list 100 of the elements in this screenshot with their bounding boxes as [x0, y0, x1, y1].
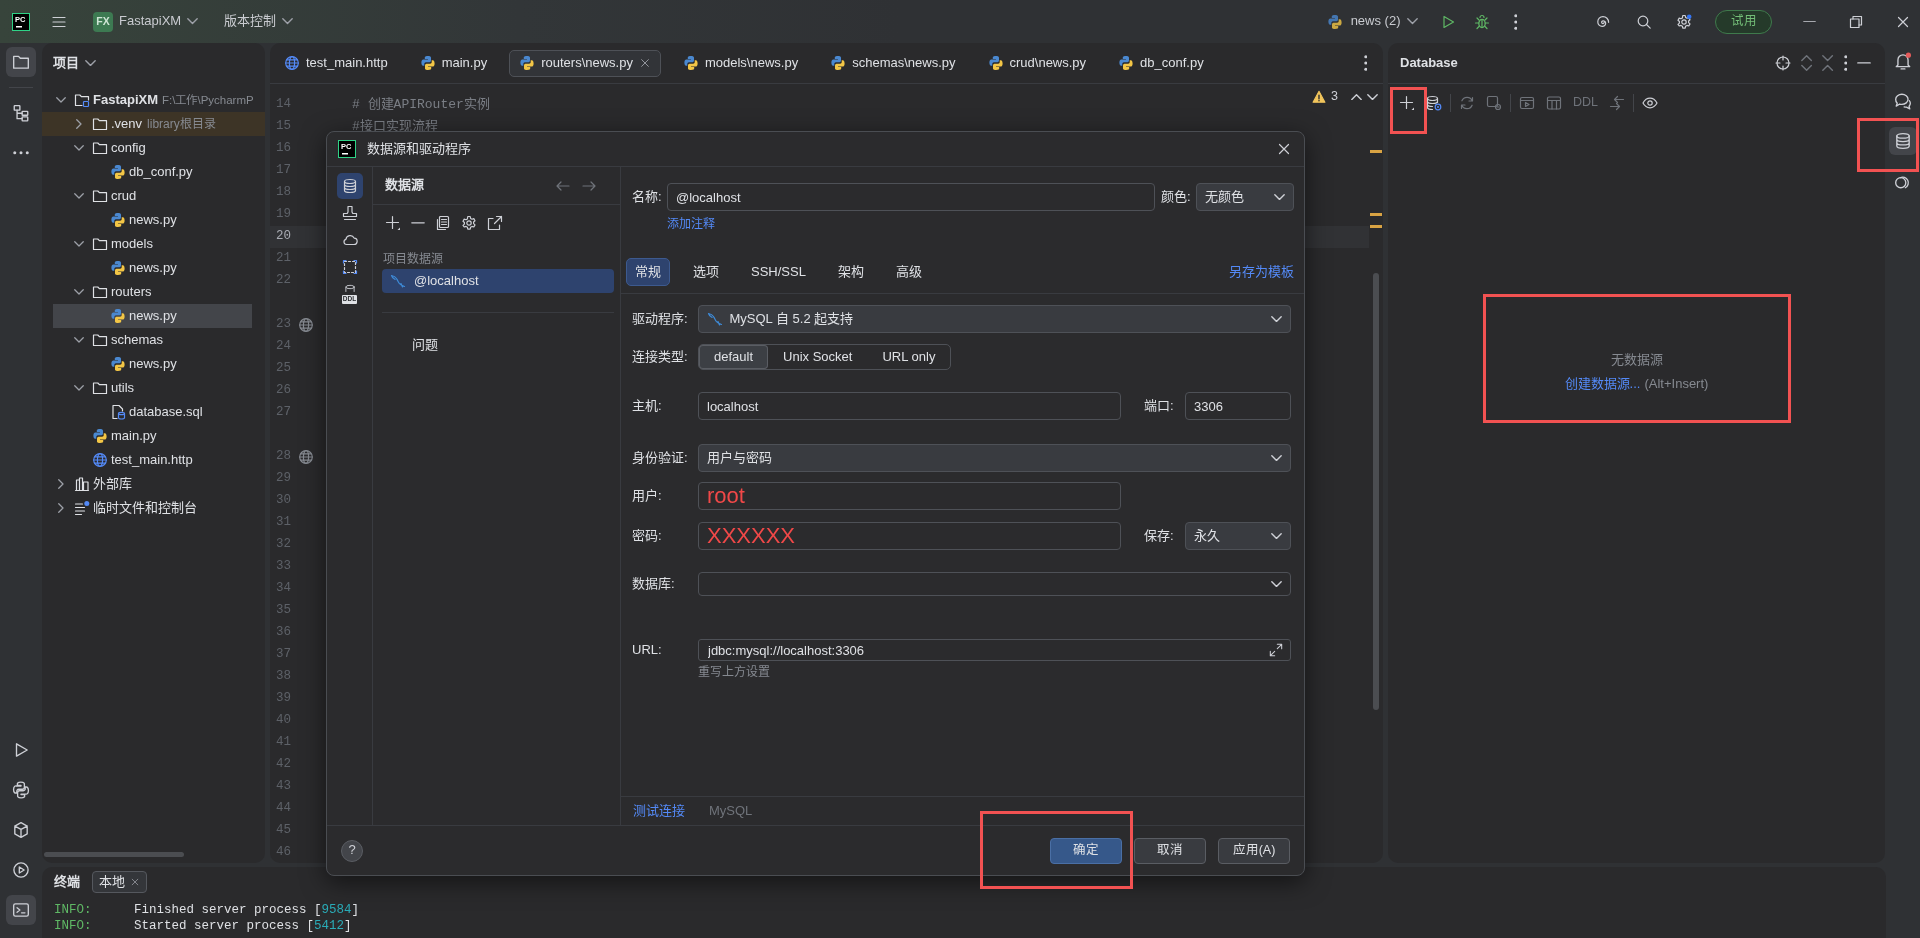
vcs-menu-button[interactable]: 版本控制	[224, 7, 294, 36]
save-as-template-link[interactable]: 另存为模板	[1229, 263, 1294, 281]
user-field[interactable]: root	[698, 482, 1121, 510]
tree-item[interactable]: db_conf.py	[42, 160, 265, 184]
restore-icon[interactable]	[1848, 13, 1864, 30]
terminal-tab[interactable]: 本地	[92, 871, 147, 893]
chevron-right-icon[interactable]	[58, 479, 64, 489]
data-source-item[interactable]: @localhost	[382, 269, 614, 293]
chevron-down-icon[interactable]	[74, 385, 84, 391]
globe-icon[interactable]	[298, 449, 314, 465]
url-field[interactable]: jdbc:mysql://localhost:3306	[698, 639, 1291, 661]
spiral-icon[interactable]	[1595, 13, 1611, 30]
tree-item[interactable]: 临时文件和控制台	[42, 496, 265, 520]
editor-tab[interactable]: models\news.py	[672, 49, 809, 77]
more-icon[interactable]	[1363, 55, 1367, 71]
color-dropdown[interactable]: 无颜色	[1196, 183, 1294, 211]
tree-item[interactable]: FastapiXM F:\工作\PycharmP	[42, 88, 265, 112]
tree-item[interactable]: schemas	[42, 328, 265, 352]
port-field[interactable]: 3306	[1185, 392, 1291, 420]
add-comment-link[interactable]: 添加注释	[667, 217, 715, 233]
tree-item[interactable]: models	[42, 232, 265, 256]
driver-dropdown[interactable]: MySQL 自 5.2 起支持	[698, 305, 1291, 333]
editor-tab[interactable]: main.py	[409, 49, 498, 77]
nav-tab[interactable]	[336, 173, 363, 199]
horizontal-scrollbar[interactable]	[44, 852, 184, 857]
trial-button[interactable]: 试用	[1715, 9, 1772, 34]
auth-dropdown[interactable]: 用户与密码	[698, 444, 1291, 472]
form-tab[interactable]: 常规	[626, 258, 670, 286]
panel-title-button[interactable]: 项目	[53, 54, 96, 72]
run-config-selector[interactable]: news (2)	[1326, 7, 1418, 36]
project-switcher[interactable]: FX FastapiXM	[93, 7, 199, 36]
copy-icon[interactable]	[435, 215, 451, 231]
name-field[interactable]: @localhost	[667, 183, 1155, 211]
chevron-down-icon[interactable]	[74, 241, 84, 247]
tool-window-button[interactable]	[6, 47, 36, 77]
editor-tab[interactable]: test_main.http	[274, 49, 398, 77]
add-icon[interactable]	[385, 215, 401, 231]
password-field[interactable]: XXXXXX	[698, 522, 1121, 550]
help-button[interactable]: ?	[341, 839, 363, 862]
chevron-down-icon[interactable]	[56, 97, 66, 103]
segment-option[interactable]: Unix Socket	[768, 345, 868, 369]
settings-icon[interactable]	[1676, 13, 1692, 30]
chevron-down-icon[interactable]	[74, 337, 84, 343]
tree-item[interactable]: news.py	[42, 352, 265, 376]
save-dropdown[interactable]: 永久	[1185, 522, 1291, 550]
eye-icon[interactable]	[1642, 95, 1658, 111]
host-field[interactable]: localhost	[698, 392, 1121, 420]
chevron-down-icon[interactable]	[74, 193, 84, 199]
more-icon[interactable]	[1843, 55, 1847, 71]
search-icon[interactable]	[1636, 13, 1652, 30]
tree-item[interactable]: utils	[42, 376, 265, 400]
dialog-button[interactable]: 确定	[1050, 837, 1122, 864]
tree-item[interactable]: routers	[42, 280, 265, 304]
bug-icon[interactable]	[1473, 13, 1490, 30]
form-tab[interactable]: SSH/SSL	[742, 258, 815, 286]
editor-tab[interactable]: routers\news.py	[509, 49, 661, 77]
editor-tab[interactable]: crud\news.py	[977, 49, 1097, 77]
dialog-button[interactable]: 应用(A)	[1218, 837, 1290, 864]
dialog-button[interactable]: 取消	[1134, 837, 1206, 864]
tool-window-button[interactable]	[1889, 127, 1917, 155]
crosshair-icon[interactable]	[1775, 55, 1792, 71]
scrollbar-thumb[interactable]	[1373, 273, 1379, 710]
tree-item[interactable]: crud	[42, 184, 265, 208]
form-tab[interactable]: 架构	[828, 258, 873, 286]
problems-item[interactable]: 问题	[412, 337, 438, 353]
globe-icon[interactable]	[298, 317, 314, 333]
item-label: FastapiXM	[93, 91, 158, 109]
more-icon[interactable]	[1513, 13, 1517, 30]
form-tab[interactable]: 选项	[684, 258, 728, 286]
tree-item[interactable]: 外部库	[42, 472, 265, 496]
tree-item[interactable]: news.py	[42, 208, 265, 232]
inward-chevrons-icon[interactable]	[1822, 55, 1834, 71]
editor-tab[interactable]: schemas\news.py	[820, 49, 966, 77]
tree-item[interactable]: news.py	[42, 256, 265, 280]
create-data-source-link[interactable]: 创建数据源...	[1564, 376, 1641, 393]
chevron-up-icon[interactable]	[1351, 93, 1362, 100]
chevron-right-icon[interactable]	[76, 119, 82, 129]
tree-item[interactable]: .venv library根目录	[42, 112, 265, 136]
segment-option[interactable]: default	[699, 345, 769, 369]
form-link[interactable]: 测试连接	[633, 802, 685, 820]
tree-item[interactable]: config	[42, 136, 265, 160]
chevron-right-icon[interactable]	[58, 503, 64, 513]
form-tab[interactable]: 高级	[886, 258, 931, 286]
segment-option[interactable]: URL only	[867, 345, 951, 369]
tree-item[interactable]: database.sql	[42, 400, 265, 424]
chevron-down-icon[interactable]	[1367, 93, 1378, 100]
database-settings-icon[interactable]	[1426, 95, 1442, 111]
export-icon[interactable]	[487, 215, 503, 231]
tree-item[interactable]: main.py	[42, 424, 265, 448]
chevron-down-icon[interactable]	[74, 289, 84, 295]
up-down-chevrons-icon[interactable]	[1801, 55, 1813, 71]
add-icon[interactable]	[1399, 95, 1415, 111]
tool-window-button[interactable]	[6, 895, 36, 925]
editor-tab[interactable]: db_conf.py	[1108, 49, 1214, 77]
settings-icon[interactable]	[461, 215, 477, 231]
close-icon[interactable]	[1276, 141, 1292, 157]
minimize-icon[interactable]	[1803, 20, 1816, 23]
tree-item[interactable]: test_main.http	[42, 448, 265, 472]
chevron-down-icon[interactable]	[74, 145, 84, 151]
close-icon[interactable]	[638, 57, 651, 69]
